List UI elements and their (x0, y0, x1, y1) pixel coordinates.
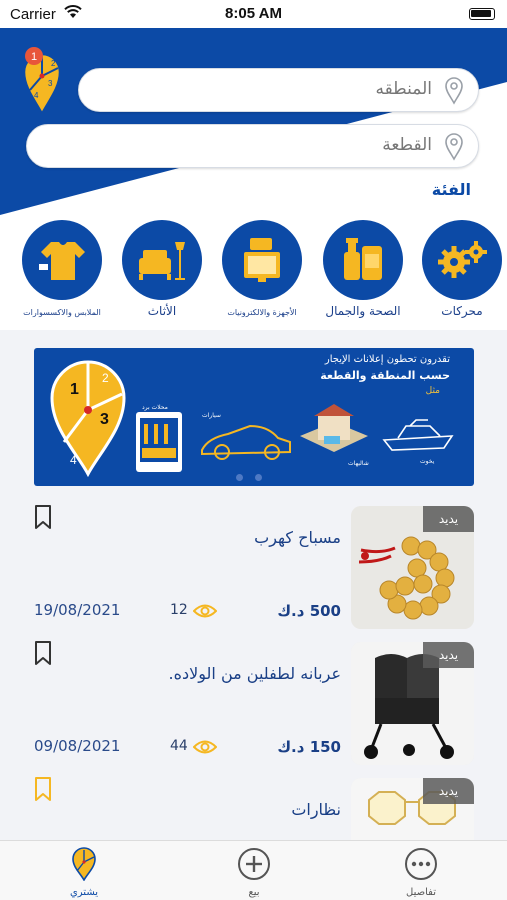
chalet-graphic (300, 404, 368, 452)
tab-label: يشتري (69, 887, 99, 898)
block-search-input[interactable]: القطعة (26, 124, 479, 168)
map-pin-graphic: 1 2 3 4 (50, 360, 126, 478)
category-clothing[interactable]: الملابس والاكسسوارات (12, 220, 112, 317)
svg-text:1: 1 (70, 381, 79, 398)
car-graphic (201, 424, 291, 460)
category-engines[interactable]: محركات (412, 220, 507, 318)
page-dot[interactable] (236, 474, 243, 481)
listing-views: 12 (170, 602, 188, 618)
listing-badge: يديد (423, 778, 474, 804)
tab-buy[interactable]: يشتري (34, 847, 134, 898)
banner-page-indicator[interactable] (236, 466, 274, 485)
area-placeholder: المنطقه (375, 79, 432, 99)
banner-line-1: تقدرون تحطون إعلانات الإيجار (324, 354, 450, 365)
bookmark-icon[interactable] (34, 776, 52, 802)
category-furniture[interactable]: الأثاث (112, 220, 212, 318)
category-label: الملابس والاكسسوارات (23, 308, 101, 317)
location-pin-icon (445, 133, 463, 161)
more-icon (405, 848, 437, 880)
plus-icon (238, 848, 270, 880)
category-section-title: الفئة (431, 180, 471, 199)
tab-sell[interactable]: بيع (204, 847, 304, 898)
banner-caption-cars: سيارات (202, 412, 221, 419)
block-placeholder: القطعة (382, 135, 432, 155)
beauty-products-icon (323, 220, 403, 300)
tab-label: بيع (248, 887, 260, 898)
svg-text:1: 1 (31, 51, 37, 63)
yacht-graphic (382, 419, 454, 451)
map-pin-logo-icon (72, 847, 96, 882)
banner-caption-chalets: شاليهات (348, 460, 369, 467)
status-time: 8:05 AM (225, 5, 282, 22)
listing-item[interactable]: يديد عربانه لطفلين من الولاده. 150 د.ك 4… (0, 636, 507, 776)
banner-line-3: مثل (425, 386, 440, 396)
svg-text:4: 4 (70, 453, 77, 467)
listing-item[interactable]: يديد نظارات (0, 772, 507, 840)
listing-badge: يديد (423, 506, 474, 532)
listing-title[interactable]: عربانه لطفلين من الولاده. (169, 664, 341, 683)
battery-icon (469, 8, 495, 20)
listing-title[interactable]: مسباح كهرب (254, 528, 341, 547)
listing-views: 44 (170, 738, 188, 754)
svg-text:2: 2 (102, 371, 109, 385)
electronics-icon (222, 220, 302, 300)
listing-date: 09/08/2021 (34, 737, 121, 755)
listing-price: 150 د.ك (277, 738, 341, 756)
eye-icon (193, 740, 217, 754)
category-label: الأجهزة والالكترونيات (227, 308, 297, 317)
category-health-beauty[interactable]: الصحة والجمال (313, 220, 413, 318)
bookmark-icon[interactable] (34, 504, 52, 530)
svg-text:4: 4 (34, 91, 39, 100)
banner-caption-fridge: محلات برد (142, 404, 168, 411)
category-label: محركات (441, 304, 483, 318)
category-carousel[interactable]: محركات الصحة والجمال الأجهزة والالكتروني… (0, 220, 507, 328)
svg-text:3: 3 (48, 79, 53, 88)
app-logo-icon[interactable]: 1 2 3 4 (20, 46, 64, 116)
eye-icon (193, 604, 217, 618)
listing-badge: يديد (423, 642, 474, 668)
listing-title[interactable]: نظارات (291, 800, 341, 819)
tab-details[interactable]: تفاصيل (371, 847, 471, 898)
page-dot[interactable] (255, 474, 262, 481)
listing-item[interactable]: يديد مسباح كهرب 500 د.ك 12 19/08/2021 (0, 500, 507, 640)
bookmark-icon[interactable] (34, 640, 52, 666)
area-search-input[interactable]: المنطقه (78, 68, 479, 112)
location-pin-icon (445, 77, 463, 105)
status-bar: Carrier 8:05 AM (0, 0, 507, 28)
category-label: الأثاث (147, 304, 177, 318)
gears-icon (422, 220, 502, 300)
tab-label: تفاصيل (406, 887, 436, 898)
banner-line-2: حسب المنطقة والقطعة (320, 369, 450, 382)
bottom-tab-bar: تفاصيل بيع يشتري (0, 840, 507, 900)
banner-caption-yachts: يخوت (420, 458, 435, 465)
category-electronics[interactable]: الأجهزة والالكترونيات (212, 220, 312, 317)
listing-price: 500 د.ك (277, 602, 341, 620)
svg-text:3: 3 (100, 411, 109, 428)
svg-text:2: 2 (51, 59, 56, 68)
category-label: الصحة والجمال (325, 304, 401, 318)
listing-date: 19/08/2021 (34, 601, 121, 619)
clothing-icon (22, 220, 102, 300)
furniture-icon (122, 220, 202, 300)
fridge-graphic (136, 412, 182, 472)
